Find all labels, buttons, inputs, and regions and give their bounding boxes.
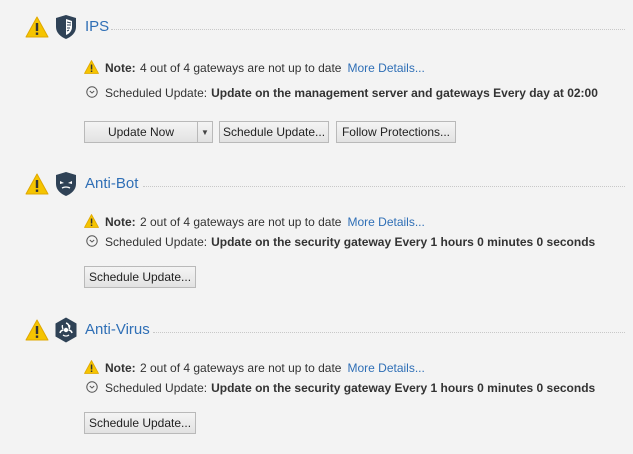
clock-icon (86, 86, 98, 98)
more-details-link[interactable]: More Details... (347, 215, 424, 229)
clock-icon (86, 235, 98, 247)
anti-bot-header: Anti-Bot (25, 171, 625, 197)
update-now-button[interactable]: Update Now (84, 121, 198, 143)
follow-protections-button[interactable]: Follow Protections... (336, 121, 456, 143)
scheduled-update-value: Update on the security gateway Every 1 h… (211, 381, 596, 395)
schedule-update-label: Schedule Update... (88, 416, 192, 430)
scheduled-update-value: Update on the management server and gate… (211, 86, 598, 100)
ips-shield-icon (56, 15, 76, 39)
section-divider (111, 29, 625, 30)
warning-icon (84, 60, 99, 74)
note-label: Note: (105, 61, 136, 75)
schedule-update-label: Schedule Update... (88, 270, 192, 284)
ips-title[interactable]: IPS (85, 18, 109, 35)
warning-icon (84, 214, 99, 228)
warning-icon (25, 319, 49, 341)
anti-virus-icon (55, 317, 77, 343)
schedule-update-button[interactable]: Schedule Update... (84, 266, 196, 288)
scheduled-update-label: Scheduled Update: (105, 86, 208, 100)
clock-icon (86, 381, 98, 393)
scheduled-update-label: Scheduled Update: (105, 381, 208, 395)
schedule-update-button[interactable]: Schedule Update... (219, 121, 329, 143)
note-text-container: 2 out of 4 gateways are not up to date Mo… (140, 215, 425, 229)
anti-virus-header: Anti-Virus (25, 317, 625, 343)
warning-icon (25, 173, 49, 195)
update-now-dropdown-button[interactable]: ▼ (197, 121, 213, 143)
note-text-container: 4 out of 4 gateways are not up to date Mo… (140, 61, 425, 75)
scheduled-update-container: Scheduled Update: Update on the managemen… (105, 86, 598, 100)
section-divider (153, 332, 625, 333)
section-divider (143, 186, 625, 187)
scheduled-update-label: Scheduled Update: (105, 235, 208, 249)
note-text: 4 out of 4 gateways are not up to date (140, 61, 342, 75)
more-details-link[interactable]: More Details... (347, 361, 424, 375)
scheduled-update-container: Scheduled Update: Update on the security … (105, 381, 595, 395)
update-now-label: Update Now (107, 125, 175, 139)
note-text-container: 2 out of 4 gateways are not up to date Mo… (140, 361, 425, 375)
warning-icon (25, 16, 49, 38)
scheduled-update-container: Scheduled Update: Update on the security … (105, 235, 595, 249)
anti-virus-title[interactable]: Anti-Virus (85, 321, 150, 338)
warning-icon (84, 360, 99, 374)
dropdown-arrow-icon: ▼ (201, 127, 209, 137)
follow-protections-label: Follow Protections... (341, 125, 451, 139)
more-details-link[interactable]: More Details... (347, 61, 424, 75)
note-label: Note: (105, 215, 136, 229)
note-label: Note: (105, 361, 136, 375)
schedule-update-label: Schedule Update... (222, 125, 326, 139)
note-text: 2 out of 4 gateways are not up to date (140, 361, 342, 375)
anti-bot-title[interactable]: Anti-Bot (85, 175, 138, 192)
schedule-update-button[interactable]: Schedule Update... (84, 412, 196, 434)
note-text: 2 out of 4 gateways are not up to date (140, 215, 342, 229)
scheduled-update-value: Update on the security gateway Every 1 h… (211, 235, 596, 249)
ips-header: IPS (25, 14, 625, 40)
anti-bot-icon (56, 172, 76, 196)
